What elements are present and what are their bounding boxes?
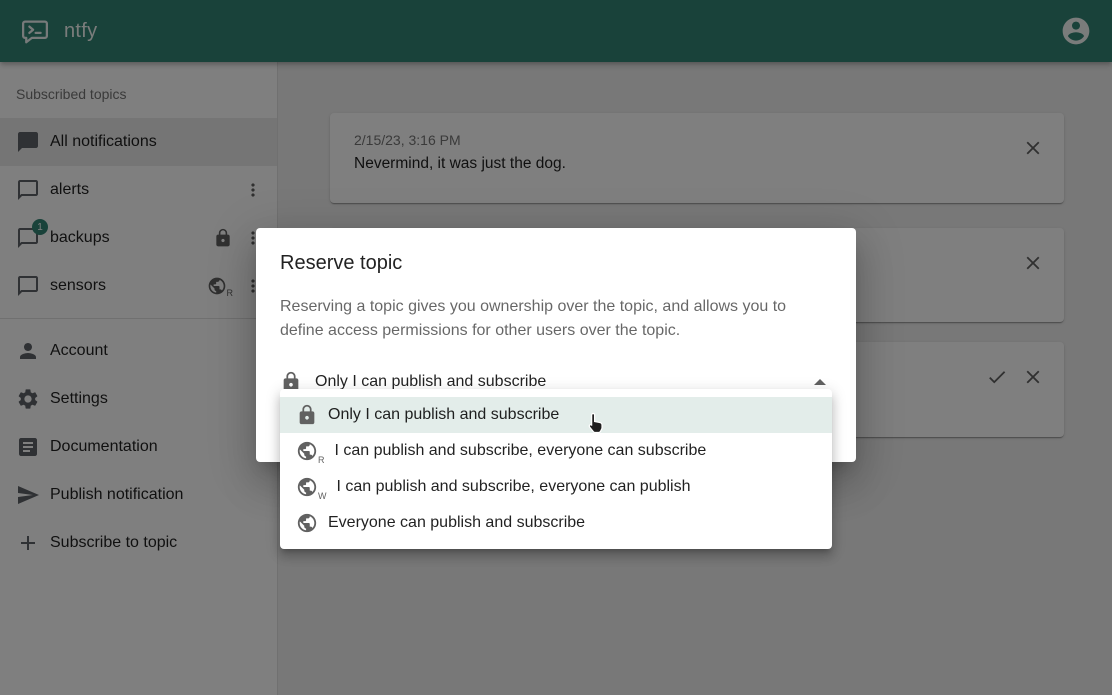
globe-read-only-icon: R (296, 440, 325, 462)
dialog-title: Reserve topic (280, 252, 832, 275)
menu-item-label: I can publish and subscribe, everyone ca… (335, 442, 707, 460)
globe-icon (296, 512, 318, 534)
lock-icon (296, 404, 318, 426)
globe-write-only-icon: W (296, 476, 327, 498)
menu-item-label: Everyone can publish and subscribe (328, 514, 585, 532)
menu-item-everyone-can-publish[interactable]: W I can publish and subscribe, everyone … (280, 469, 832, 505)
dialog-description: Reserving a topic gives you ownership ov… (280, 295, 810, 343)
menu-item-label: I can publish and subscribe, everyone ca… (337, 478, 691, 496)
menu-item-everyone-can-subscribe[interactable]: R I can publish and subscribe, everyone … (280, 433, 832, 469)
menu-item-only-i-can-publish-subscribe[interactable]: Only I can publish and subscribe (280, 397, 832, 433)
chevron-up-icon (814, 379, 826, 385)
menu-item-label: Only I can publish and subscribe (328, 406, 559, 424)
menu-item-everyone-can-publish-subscribe[interactable]: Everyone can publish and subscribe (280, 505, 832, 541)
access-permission-menu: Only I can publish and subscribe R I can… (280, 389, 832, 549)
